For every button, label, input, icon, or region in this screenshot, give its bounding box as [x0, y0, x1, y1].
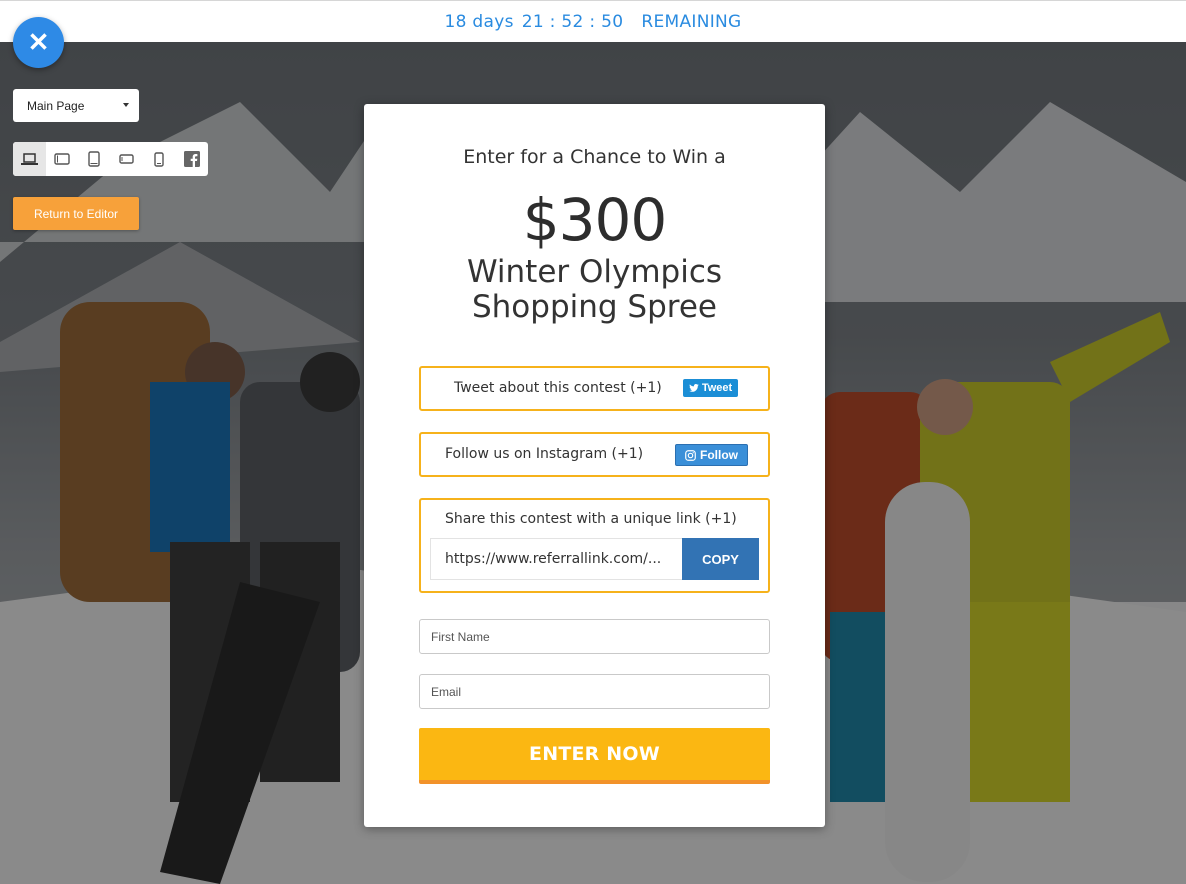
instagram-icon — [685, 449, 696, 461]
countdown-clock: 21 : 52 : 50 — [521, 11, 624, 32]
tweet-button-label: Tweet — [701, 382, 733, 394]
tablet-portrait-icon — [88, 151, 100, 167]
prize-title-line2: Shopping Spree — [471, 289, 717, 325]
tablet-landscape-preview-button[interactable] — [46, 142, 79, 176]
twitter-bird-icon — [689, 384, 699, 392]
desktop-preview-button[interactable] — [13, 142, 46, 176]
enter-now-button[interactable]: ENTER NOW — [419, 728, 770, 784]
laptop-icon — [20, 153, 38, 165]
contest-card: Enter for a Chance to Win a $300 Winter … — [364, 104, 825, 827]
instagram-action-label: Follow us on Instagram (+1) — [445, 446, 644, 462]
phone-portrait-icon — [154, 151, 164, 167]
referral-link-field[interactable]: https://www.referrallink.com/... — [430, 538, 682, 580]
referral-link-row: https://www.referrallink.com/... COPY — [430, 538, 759, 580]
copy-link-button[interactable]: COPY — [682, 538, 759, 580]
share-link-action: Share this contest with a unique link (+… — [419, 498, 770, 593]
facebook-icon — [183, 151, 200, 167]
prize-amount: $300 — [522, 186, 668, 254]
prize-title-line1: Winter Olympics — [466, 254, 723, 290]
tablet-portrait-preview-button[interactable] — [78, 142, 111, 176]
email-input[interactable]: Email — [419, 674, 770, 709]
instagram-follow-button[interactable]: Follow — [675, 444, 748, 466]
tweet-action-label: Tweet about this contest (+1) — [454, 380, 662, 396]
prize-intro: Enter for a Chance to Win a — [463, 146, 726, 168]
device-preview-toolbar — [13, 142, 208, 176]
tweet-button[interactable]: Tweet — [683, 379, 738, 397]
share-action-label: Share this contest with a unique link (+… — [445, 511, 737, 527]
facebook-preview-button[interactable] — [176, 142, 209, 176]
close-icon: ✕ — [27, 27, 50, 57]
countdown-bar: 18 days 21 : 52 : 50 REMAINING — [0, 0, 1186, 42]
return-to-editor-button[interactable]: Return to Editor — [13, 197, 139, 230]
countdown-days: 18 days — [444, 11, 514, 32]
phone-landscape-preview-button[interactable] — [111, 142, 144, 176]
first-name-input[interactable]: First Name — [419, 619, 770, 654]
page-select[interactable]: Main Page — [13, 89, 139, 122]
close-button[interactable]: ✕ — [13, 17, 64, 68]
page-select-value: Main Page — [27, 98, 85, 113]
phone-portrait-preview-button[interactable] — [143, 142, 176, 176]
chevron-down-icon — [123, 103, 129, 107]
instagram-action[interactable]: Follow us on Instagram (+1) Follow — [419, 432, 770, 477]
follow-button-label: Follow — [700, 448, 738, 462]
tweet-action[interactable]: Tweet about this contest (+1) Tweet — [419, 366, 770, 411]
countdown-label: REMAINING — [641, 11, 742, 32]
tablet-landscape-icon — [54, 153, 70, 165]
phone-landscape-icon — [119, 154, 134, 164]
